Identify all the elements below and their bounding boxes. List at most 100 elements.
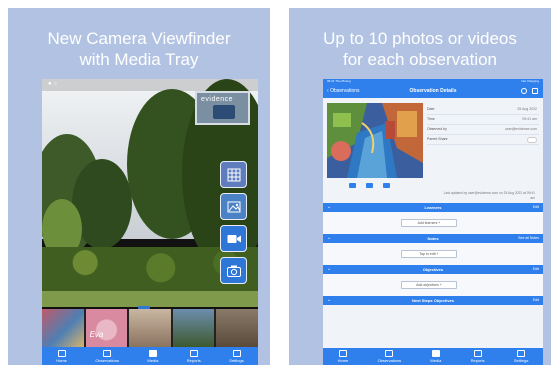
- tab-observations[interactable]: Observations: [377, 350, 402, 363]
- section-title: Learners: [424, 205, 442, 210]
- section-title: Next Steps Objectives: [411, 298, 455, 303]
- section-notes-header[interactable]: ⌄ Notes See all Notes: [323, 234, 543, 243]
- tab-label: Reports: [470, 358, 485, 363]
- bottom-tab-bar: Home Observations Media Reports Settings: [42, 347, 258, 365]
- tab-home[interactable]: Home: [337, 350, 349, 363]
- headline-line-1: New Camera Viewfinder: [47, 29, 231, 48]
- canal-painting: [327, 103, 423, 178]
- tab-reports[interactable]: Reports: [471, 350, 485, 363]
- reports-icon: [189, 349, 198, 357]
- section-objectives-header[interactable]: ⌄ Objectives Edit: [323, 265, 543, 274]
- tab-label: Reports: [186, 357, 201, 363]
- tab-reports[interactable]: Reports: [186, 349, 201, 363]
- add-file-icon[interactable]: [383, 183, 390, 188]
- section-action[interactable]: See all Notes: [518, 236, 539, 240]
- thumbnail-label: Eva: [89, 330, 104, 339]
- section-next-steps-header[interactable]: ⌄ Next Steps Objectives Edit: [323, 296, 543, 305]
- headline-line-2: with Media Tray: [79, 50, 199, 69]
- field-value: 25 Aug 2022: [517, 107, 537, 111]
- tab-label: Media: [147, 357, 159, 363]
- tab-home[interactable]: Home: [56, 349, 67, 363]
- tab-label: Media: [430, 358, 442, 363]
- bottom-tab-bar: Home Observations Media Reports Settings: [323, 348, 543, 365]
- video-icon: [227, 234, 241, 243]
- video-button[interactable]: [220, 225, 247, 252]
- section-learners-header[interactable]: ⌄ Learners Edit: [323, 203, 543, 212]
- observation-screen: 09:41 Thu 25 Aug Not Charging ‹ Observat…: [323, 79, 543, 365]
- add-objectives-button[interactable]: Add objectives +: [401, 281, 457, 289]
- evidence-badge[interactable]: evidence: [195, 91, 250, 125]
- field-value: 09:41 am: [522, 117, 537, 121]
- tab-label: Home: [337, 358, 349, 363]
- media-thumbnail[interactable]: [172, 309, 215, 347]
- reports-icon: [473, 350, 482, 357]
- panel-headline: New Camera Viewfinder with Media Tray: [8, 28, 270, 70]
- headline-line-1: Up to 10 photos or videos: [323, 29, 517, 48]
- section-objectives-body: Add objectives +: [323, 274, 543, 296]
- add-video-icon[interactable]: [366, 183, 373, 188]
- media-thumbnail[interactable]: Eva: [85, 309, 128, 347]
- camera-viewfinder-panel: New Camera Viewfinder with Media Tray ● …: [8, 8, 270, 365]
- tab-settings[interactable]: Settings: [229, 349, 244, 363]
- section-action[interactable]: Edit: [533, 205, 539, 209]
- nav-bar: ‹ Observations Observation Details: [323, 85, 543, 98]
- field-observed-by[interactable]: Observed by user@evidence.com: [427, 125, 539, 135]
- media-thumbnail[interactable]: [42, 309, 84, 347]
- tab-label: Home: [56, 357, 67, 363]
- add-photo-icon[interactable]: [349, 183, 356, 188]
- add-note-button[interactable]: Tap to edit +: [401, 250, 457, 258]
- tab-label: Settings: [229, 357, 244, 363]
- field-label: Parent Share: [427, 137, 448, 141]
- add-learners-button[interactable]: Add learners +: [401, 219, 457, 227]
- last-updated-note: Last updated by user@evidence.com on 25 …: [443, 191, 535, 200]
- tab-label: Observations: [377, 358, 402, 363]
- camera-screen: ● ○ evidence Eva Home Observations Media…: [42, 79, 258, 365]
- section-notes-body: Tap to edit +: [323, 243, 543, 265]
- section-action[interactable]: Edit: [533, 298, 539, 302]
- media-thumbnail[interactable]: [216, 309, 258, 347]
- field-label: Observed by: [427, 127, 447, 131]
- field-value: user@evidence.com: [505, 127, 537, 131]
- media-icon: [148, 349, 157, 357]
- parent-share-toggle[interactable]: [527, 137, 537, 143]
- tab-media[interactable]: Media: [147, 349, 159, 363]
- status-battery: Not Charging: [521, 79, 539, 83]
- tab-label: Settings: [513, 358, 529, 363]
- settings-icon: [517, 350, 526, 357]
- evidence-pad-icon: [213, 105, 235, 119]
- grid-icon: [227, 168, 240, 181]
- settings-icon: [232, 349, 241, 357]
- media-icon: [431, 350, 440, 357]
- observations-icon: [385, 350, 394, 357]
- panel-headline: Up to 10 photos or videos for each obser…: [289, 28, 551, 70]
- section-title: Objectives: [422, 267, 444, 272]
- gallery-icon: [227, 201, 240, 212]
- camera-button[interactable]: [220, 257, 247, 284]
- observation-fields: Date 25 Aug 2022 Time 09:41 am Observed …: [427, 105, 539, 145]
- section-learners-body: Add learners +: [323, 212, 543, 234]
- tab-label: Observations: [95, 357, 119, 363]
- lawn: [42, 291, 258, 307]
- media-thumbnail[interactable]: [129, 309, 171, 347]
- section-action[interactable]: Edit: [533, 267, 539, 271]
- field-label: Date: [427, 107, 435, 111]
- headline-line-2: for each observation: [342, 50, 498, 69]
- share-icon[interactable]: [521, 88, 527, 94]
- observations-icon: [103, 349, 112, 357]
- field-label: Time: [427, 117, 435, 121]
- gallery-button[interactable]: [220, 193, 247, 220]
- observation-photo[interactable]: [327, 103, 423, 178]
- tab-settings[interactable]: Settings: [514, 350, 528, 363]
- grid-button[interactable]: [220, 161, 247, 188]
- field-date[interactable]: Date 25 Aug 2022: [427, 105, 539, 115]
- delete-icon[interactable]: [532, 88, 538, 94]
- camera-icon: [226, 265, 241, 277]
- tab-media[interactable]: Media: [430, 350, 441, 363]
- home-icon: [57, 349, 66, 357]
- evidence-badge-label: evidence: [201, 96, 234, 103]
- home-icon: [338, 350, 347, 357]
- nav-title: Observation Details: [409, 88, 457, 94]
- field-time[interactable]: Time 09:41 am: [427, 115, 539, 125]
- section-title: Notes: [427, 236, 439, 241]
- tab-observations[interactable]: Observations: [95, 349, 119, 363]
